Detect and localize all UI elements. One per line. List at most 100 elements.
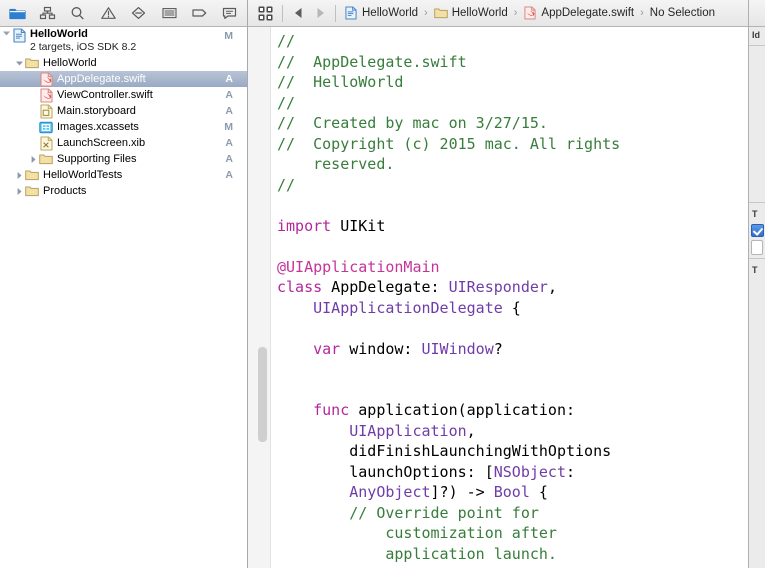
code-token: // HelloWorld <box>277 73 404 91</box>
navigator-item-label: Images.xcassets <box>57 121 139 133</box>
status-badge: A <box>225 169 233 181</box>
navigator-item-label: AppDelegate.swift <box>57 73 146 85</box>
inspector-section-identity: Id <box>752 30 760 40</box>
folder-icon <box>25 56 39 71</box>
code-token: Bool <box>493 483 530 501</box>
code-line: // Created by mac on 3/27/15. <box>277 113 765 134</box>
project-navigator-tree[interactable]: HelloWorld 2 targets, iOS SDK 8.2 M Hell… <box>0 27 247 568</box>
project-navigator-button[interactable] <box>2 1 32 26</box>
navigator-row-main-storyboard[interactable]: Main.storyboard A <box>0 103 247 119</box>
navigator-item-label: Products <box>43 185 87 197</box>
code-token: ]?) -> <box>430 483 494 501</box>
code-token: class <box>277 278 323 296</box>
debug-navigator-button[interactable] <box>154 1 184 26</box>
inspector-divider <box>749 258 765 259</box>
code-token: { <box>529 483 548 501</box>
inspector-section-target: T <box>752 209 758 219</box>
navigator-row-supporting-files[interactable]: Supporting Files A <box>0 151 247 167</box>
project-name: HelloWorld <box>30 28 88 40</box>
code-token: : <box>566 462 576 481</box>
status-badge: M <box>224 30 233 42</box>
navigator-row-project[interactable]: HelloWorld 2 targets, iOS SDK 8.2 M <box>0 28 247 55</box>
inspector-text-field[interactable] <box>751 240 763 255</box>
navigator-row-images-xcassets[interactable]: Images.xcassets M <box>0 119 247 135</box>
code-token: { <box>502 298 521 317</box>
breadcrumb-separator: › <box>640 7 644 19</box>
code-token: application launch. <box>277 544 557 563</box>
history-nav <box>287 2 331 24</box>
folder-icon <box>39 152 53 167</box>
breadcrumb-separator: › <box>424 7 428 19</box>
navigator-item-label: Supporting Files <box>57 153 137 165</box>
find-navigator-button[interactable] <box>63 1 93 26</box>
editor-gutter <box>248 27 271 568</box>
code-line: // <box>277 93 765 114</box>
status-badge: A <box>225 153 233 165</box>
four-squares-icon[interactable] <box>252 1 278 25</box>
navigator-row-viewcontroller-swift[interactable]: ViewController.swift A <box>0 87 247 103</box>
symbol-navigator-button[interactable] <box>32 1 62 26</box>
assets-catalog-icon <box>39 120 53 135</box>
code-token: // <box>277 93 296 112</box>
breadcrumb-item-selection[interactable]: No Selection <box>650 7 715 19</box>
test-navigator-button[interactable] <box>124 1 154 26</box>
navigator-item-label: LaunchScreen.xib <box>57 137 146 149</box>
code-token: UIResponder <box>448 278 548 296</box>
disclosure-triangle-right-icon[interactable] <box>14 170 25 181</box>
inspector-section-text: T <box>752 265 758 275</box>
code-token: , <box>466 421 476 440</box>
swift-file-icon <box>39 71 53 87</box>
code-token: // Copyright (c) 2015 mac. All rights <box>277 134 621 153</box>
breadcrumb-label: HelloWorld <box>362 7 419 19</box>
code-line: reserved. <box>277 154 765 175</box>
code-line: // <box>277 175 765 196</box>
navigator-row-helloworldtests[interactable]: HelloWorldTests A <box>0 167 247 183</box>
navigator-pane: HelloWorld 2 targets, iOS SDK 8.2 M Hell… <box>0 0 248 568</box>
breadcrumb-item-file[interactable]: AppDelegate.swift <box>523 6 634 21</box>
code-token: // Override point for <box>277 503 539 522</box>
xcode-window: HelloWorld 2 targets, iOS SDK 8.2 M Hell… <box>0 0 765 568</box>
code-token: UIWindow <box>421 339 494 358</box>
navigator-row-appdelegate-swift[interactable]: AppDelegate.swift A <box>0 71 247 87</box>
breakpoint-navigator-button[interactable] <box>184 1 214 26</box>
code-line: // Copyright (c) 2015 mac. All rights <box>277 134 765 155</box>
folder-icon <box>25 184 39 199</box>
code-token: didFinishLaunchingWithOptions <box>277 442 612 460</box>
project-document-icon <box>344 6 358 21</box>
inspector-divider <box>749 202 765 203</box>
code-line: @UIApplicationMain <box>277 257 765 278</box>
status-badge: A <box>225 105 233 117</box>
code-line: UIApplication, <box>277 421 765 442</box>
inspector-checkbox[interactable] <box>751 224 764 237</box>
code-text[interactable]: // // AppDelegate.swift // HelloWorld // // … <box>271 27 765 568</box>
navigator-row-products[interactable]: Products <box>0 183 247 199</box>
disclosure-triangle-down-icon[interactable] <box>14 58 25 69</box>
jump-bar: HelloWorld › HelloWorld › AppDelegate.sw… <box>248 0 765 27</box>
back-triangle-icon[interactable] <box>287 2 309 24</box>
code-line: // Override point for <box>277 503 765 524</box>
disclosure-triangle-right-icon[interactable] <box>14 186 25 197</box>
log-navigator-button[interactable] <box>215 1 245 26</box>
disclosure-triangle-down-icon[interactable] <box>1 28 12 39</box>
breadcrumb-item-project[interactable]: HelloWorld <box>344 6 418 21</box>
code-token: UIKit <box>331 216 386 235</box>
gutter-scrollbar-thumb[interactable] <box>258 347 267 442</box>
navigator-row-group-helloworld[interactable]: HelloWorld <box>0 55 247 71</box>
code-token: ? <box>493 339 503 358</box>
status-badge: M <box>224 121 233 133</box>
code-token: NSObject <box>493 462 566 481</box>
disclosure-triangle-right-icon[interactable] <box>28 154 39 165</box>
issue-navigator-button[interactable] <box>93 1 123 26</box>
code-token: // <box>277 32 296 50</box>
xib-file-icon <box>39 135 53 151</box>
forward-triangle-icon[interactable] <box>309 2 331 24</box>
inspector-selector-bar[interactable] <box>749 0 765 27</box>
jump-bar-divider-2 <box>335 4 336 22</box>
navigator-row-launchscreen-xib[interactable]: LaunchScreen.xib A <box>0 135 247 151</box>
code-token: func <box>313 401 350 419</box>
breadcrumb-item-group[interactable]: HelloWorld <box>433 6 508 21</box>
